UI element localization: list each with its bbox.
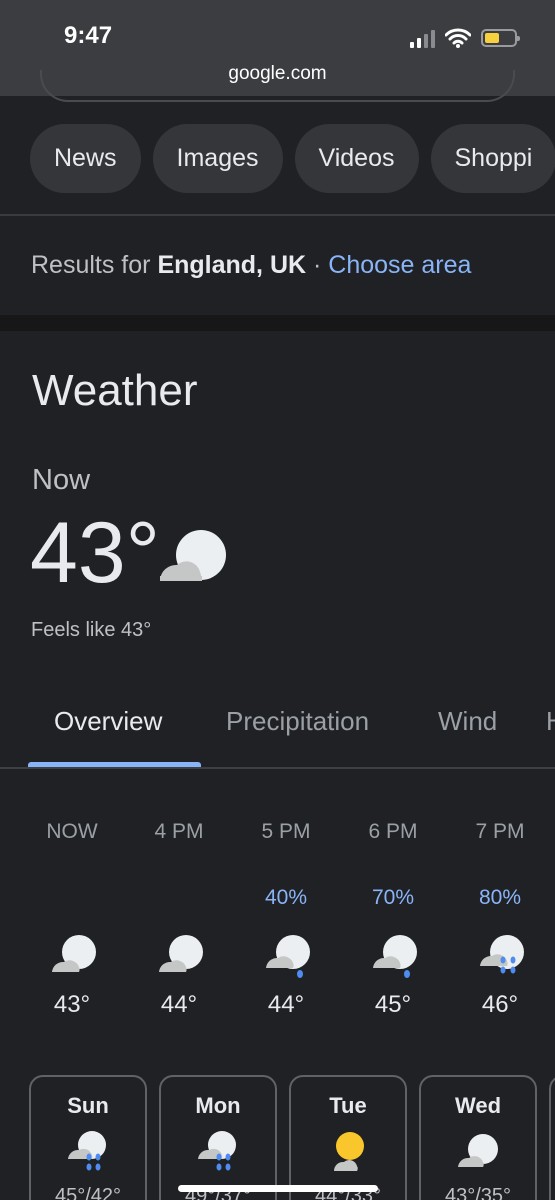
battery-icon [481,29,520,47]
chip-shopping[interactable]: Shoppi [430,124,555,193]
location-place: England, UK [157,251,307,279]
hour-time: 6 PM [368,820,418,843]
home-indicator[interactable] [178,1185,378,1192]
location-prefix: Results for [31,251,158,279]
day-name: Mon [195,1093,241,1118]
light-rain-icon [373,935,417,978]
weather-title: Weather [32,366,198,415]
search-box-edge[interactable] [40,70,515,102]
location-line: Results for England, UK · Choose area [31,251,471,280]
chip-news[interactable]: News [30,124,141,193]
mostly-cloudy-icon [458,1134,498,1167]
cellular-signal-icon [410,28,435,48]
wifi-icon [445,28,471,48]
daily-card[interactable]: Wed 43°/35° [419,1075,537,1200]
day-name: Sun [67,1093,109,1118]
mostly-cloudy-icon [52,935,96,972]
rain-icon [68,1131,106,1171]
tab-overview[interactable]: Overview [54,706,162,737]
weather-tabs: Overview Precipitation Wind H [0,700,555,770]
hour-temp: 43° [53,991,91,1018]
section-separator [0,315,555,331]
rain-icon [480,935,524,974]
hour-time: 5 PM [261,820,311,843]
now-label: Now [32,464,91,496]
tab-precipitation[interactable]: Precipitation [226,706,369,737]
daily-card[interactable]: Mon 49°/37° [159,1075,277,1200]
hour-time: 7 PM [475,820,525,843]
day-name: Tue [329,1093,367,1118]
mostly-cloudy-icon [159,935,203,972]
partly-sunny-icon [333,1132,364,1171]
hour-precip: 80% [478,886,522,909]
feels-like: Feels like 43° [31,619,152,641]
hour-precip: 40% [264,886,308,909]
hour-time: 4 PM [154,820,204,843]
location-separator: · [306,251,329,279]
daily-card[interactable]: Sun 45°/42° [29,1075,147,1200]
hour-temp: 46° [481,991,519,1018]
choose-area-link[interactable]: Choose area [328,251,471,279]
hour-temp: 44° [267,991,305,1018]
day-name: Wed [454,1093,502,1118]
hour-temp: 45° [374,991,412,1018]
search-category-chips: News Images Videos Shoppi [30,124,555,193]
status-icons [410,24,520,48]
hour-precip: 70% [371,886,415,909]
tab-humidity[interactable]: H [546,706,555,737]
status-time: 9:47 [64,22,113,49]
chip-videos[interactable]: Videos [294,124,419,193]
rain-icon [198,1131,236,1171]
current-temperature: 43° [30,505,161,601]
hour-temp: 44° [160,991,198,1018]
day-temp-range: 43°/35° [444,1185,512,1200]
mostly-cloudy-icon [160,530,226,581]
hour-time: NOW [46,820,98,843]
chips-divider [0,214,555,216]
google-weather-page: 9:47 google.com News Images Videos Shopp… [0,0,555,1200]
day-temp-range: 45°/42° [54,1185,122,1200]
daily-card[interactable]: Tue 44°/33° [289,1075,407,1200]
light-rain-icon [266,935,310,978]
tabs-divider [0,767,555,769]
daily-card[interactable] [549,1075,555,1200]
chip-images[interactable]: Images [152,124,283,193]
tab-wind[interactable]: Wind [438,706,497,737]
